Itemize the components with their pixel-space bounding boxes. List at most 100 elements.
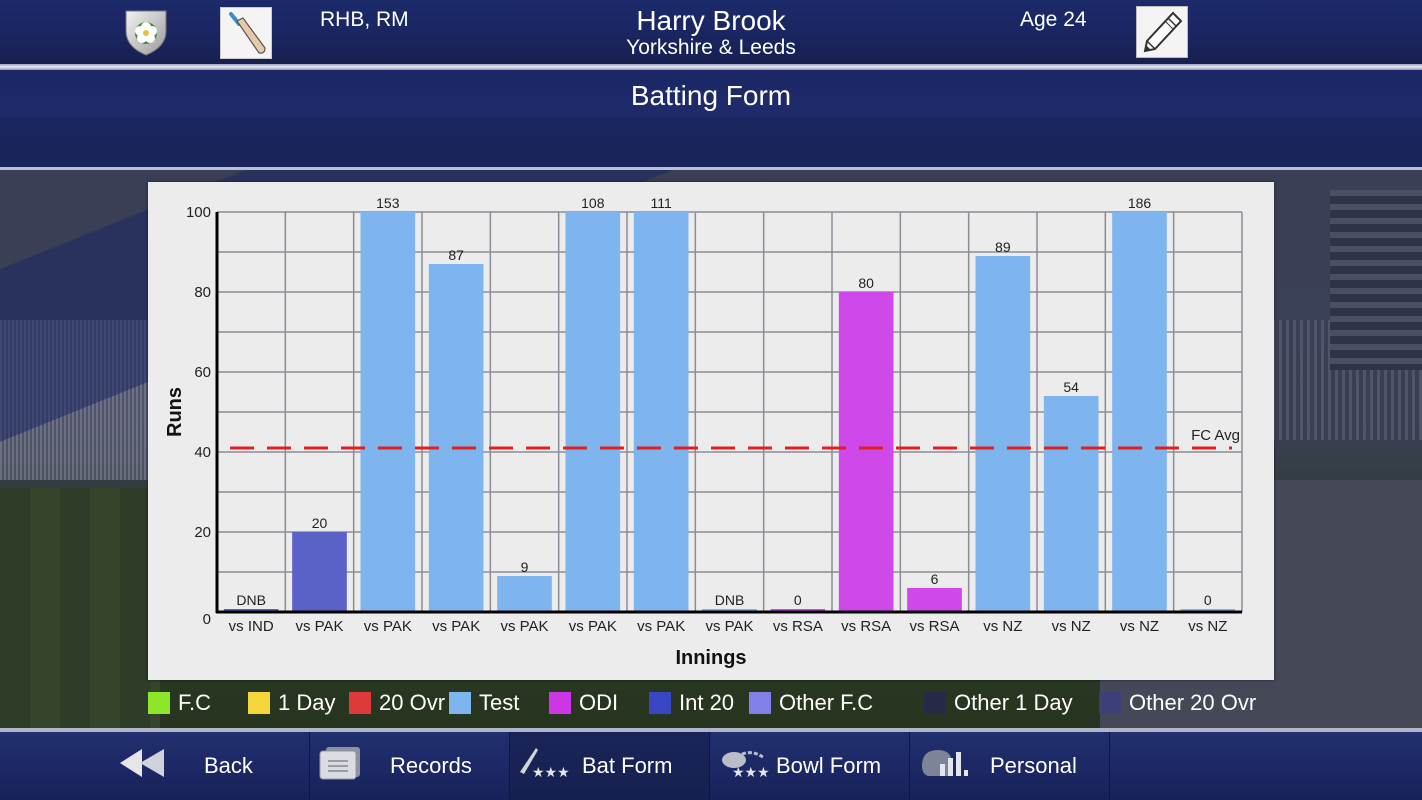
legend-swatch: [449, 692, 471, 714]
player-club: Yorkshire & Leeds: [626, 36, 796, 59]
x-tick-label: vs PAK: [295, 618, 343, 635]
y-tick-label: 60: [194, 364, 211, 381]
bar: [497, 576, 552, 612]
x-tick-labels: vs IND vs PAK vs PAK vs PAK vs PAK vs PAK vs P…: [229, 618, 1228, 635]
nav-empty-slot: [1110, 732, 1422, 800]
back-button[interactable]: Back: [0, 732, 310, 800]
y-tick-label: 40: [194, 444, 211, 461]
x-tick-label: vs RSA: [909, 618, 959, 635]
ball-stars-icon: ★★★: [720, 746, 772, 786]
fc-average-label: FC Avg: [1191, 427, 1240, 444]
bar-value-label: DNB: [715, 592, 745, 608]
y-axis-title: Runs: [164, 387, 186, 437]
legend-label: 1 Day: [278, 690, 336, 715]
legend-item: Int 20: [649, 690, 734, 716]
title-bar: Batting Form: [0, 70, 1422, 167]
bar: [360, 212, 416, 612]
legend-label: Int 20: [679, 690, 735, 715]
x-tick-label: vs IND: [229, 618, 274, 635]
legend-item: Other 20 Ovr: [1099, 690, 1256, 716]
bar-value-label: 54: [1063, 379, 1079, 395]
x-tick-label: vs PAK: [637, 618, 685, 635]
legend-label: F.C: [178, 690, 211, 715]
legend-swatch: [148, 692, 170, 714]
legend-swatch: [248, 692, 270, 714]
player-age: Age 24: [1020, 8, 1087, 31]
bar: [907, 588, 962, 612]
legend-item: F.C: [148, 690, 211, 716]
legend-label: ODI: [579, 690, 619, 715]
legend-label: Other F.C: [779, 690, 874, 715]
edit-player-button[interactable]: [1136, 6, 1188, 58]
chart-legend: F.C 1 Day 20 Ovr Test ODI Int 20 Other F.C Othe…: [0, 684, 1422, 720]
y-tick-labels: 0 20 40 60 80 100: [186, 204, 211, 628]
bar: [633, 212, 689, 612]
double-chevron-left-icon: [118, 747, 166, 785]
bar-value-label: DNB: [236, 592, 266, 608]
svg-text:★★★: ★★★: [532, 765, 570, 780]
bar: [1112, 212, 1167, 612]
folder-icon: [318, 745, 362, 787]
personal-button[interactable]: Personal: [910, 732, 1110, 800]
x-tick-label: vs NZ: [1120, 618, 1159, 635]
bar-value-label: 20: [312, 515, 328, 531]
legend-swatch: [924, 692, 946, 714]
player-name: Harry Brook: [636, 5, 786, 36]
legend-item: Test: [449, 690, 519, 716]
legend-swatch: [549, 692, 571, 714]
bowl-form-button[interactable]: ★★★ Bowl Form: [710, 732, 910, 800]
bar: [292, 532, 347, 612]
legend-item: ODI: [549, 690, 618, 716]
y-tick-label: 20: [194, 524, 211, 541]
bat-stars-icon: ★★★: [518, 746, 570, 786]
legend-swatch: [349, 692, 371, 714]
page-title: Batting Form: [630, 80, 792, 111]
bar: [838, 292, 894, 612]
bat-form-label: Bat Form: [582, 753, 673, 778]
bar-value-label: 108: [581, 195, 605, 211]
y-tick-label: 100: [186, 204, 211, 221]
y-tick-label: 80: [194, 284, 211, 301]
bat-form-button[interactable]: ★★★ Bat Form: [510, 732, 710, 800]
bar-value-label: 111: [651, 195, 672, 211]
helmet-stats-icon: [920, 746, 968, 786]
x-tick-label: vs PAK: [705, 618, 753, 635]
x-tick-label: vs NZ: [983, 618, 1022, 635]
svg-text:★★★: ★★★: [732, 765, 770, 780]
x-tick-label: vs NZ: [1188, 618, 1227, 635]
x-tick-label: vs PAK: [364, 618, 412, 635]
chart-svg: FC Avg 020406080100 vs IND vs PAK vs PAK vs…: [164, 195, 1243, 669]
legend-item: 20 Ovr: [349, 690, 445, 716]
legend-label: Test: [479, 690, 520, 715]
bar-value-label: 87: [448, 247, 464, 263]
legend-label: Other 1 Day: [954, 690, 1073, 715]
bar-value-label: 80: [858, 275, 874, 291]
batting-form-chart: FC Avg 0 20 40 60 80 100 vs IND vs PAK vs PAK vs…: [148, 182, 1274, 680]
bar-value-label: 0: [1204, 592, 1212, 608]
bowl-form-label: Bowl Form: [776, 753, 882, 778]
x-tick-label: vs RSA: [773, 618, 823, 635]
bar: [565, 212, 621, 612]
building-image: [1330, 190, 1422, 370]
x-axis-title: Innings: [675, 647, 746, 669]
back-label: Back: [204, 753, 253, 778]
bottom-nav: Back Records ★★★ Bat Form ★★★ Bowl Form …: [0, 732, 1422, 800]
x-tick-label: vs PAK: [432, 618, 480, 635]
legend-item: Other F.C: [749, 690, 873, 716]
legend-label: 20 Ovr: [379, 690, 446, 715]
legend-item: Other 1 Day: [924, 690, 1073, 716]
pencil-icon: [1143, 11, 1183, 53]
legend-swatch: [649, 692, 671, 714]
x-tick-label: vs NZ: [1052, 618, 1091, 635]
legend-item: 1 Day: [248, 690, 335, 716]
records-button[interactable]: Records: [310, 732, 510, 800]
player-header: RHB, RM Harry Brook Yorkshire & Leeds Ag…: [0, 0, 1422, 64]
bar: [975, 256, 1031, 612]
x-tick-label: vs PAK: [500, 618, 548, 635]
legend-label: Other 20 Ovr: [1129, 690, 1257, 715]
bar: [428, 264, 484, 612]
legend-swatch: [1099, 692, 1121, 714]
x-tick-label: vs PAK: [569, 618, 617, 635]
bar: [1043, 396, 1099, 612]
legend-swatch: [749, 692, 771, 714]
